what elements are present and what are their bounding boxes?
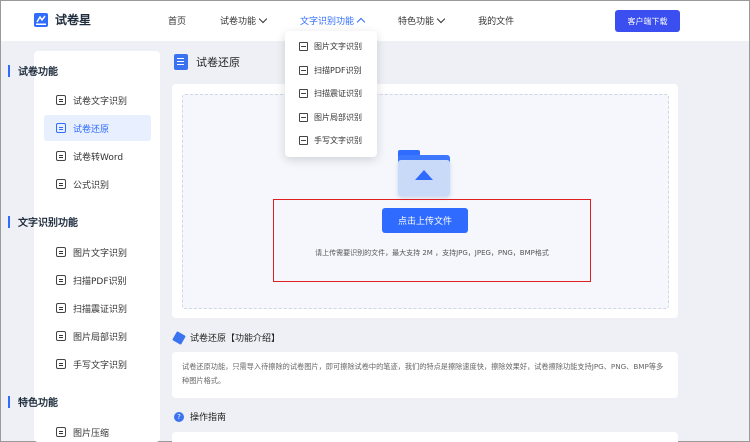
sidebar-item-exam-restore[interactable]: 试卷还原 [44, 115, 151, 141]
scan-pdf-icon [299, 65, 308, 75]
text-recognition-dropdown: 图片文字识别 扫描PDF识别 扫描震证识别 图片局部识别 手写文字识别 [285, 31, 377, 157]
sidebar-item-label: 试卷还原 [73, 124, 110, 135]
folder-upload-icon [398, 150, 450, 196]
dropdown-item-scan-card[interactable]: 扫描震证识别 [285, 82, 377, 106]
guide-box [172, 432, 678, 442]
nav-home[interactable]: 首页 [168, 14, 186, 27]
sidebar-item-label: 试卷转Word [73, 152, 124, 163]
section-accent-bar [8, 395, 10, 408]
question-icon: ? [174, 411, 184, 422]
handwriting-icon [56, 359, 66, 369]
sidebar-section-title: 试卷功能 [18, 67, 58, 78]
upload-hint: 请上传需要识别的文件，最大支持 2M ，支持JPG，JPEG，PNG，BMP格式 [315, 249, 549, 257]
page-header: 试卷还原 [174, 54, 240, 70]
image-crop-icon [299, 112, 308, 122]
nav-my-files-label: 我的文件 [478, 17, 515, 27]
brand-name: 试卷星 [55, 13, 92, 27]
sidebar-item-label: 试卷文字识别 [73, 96, 128, 107]
sidebar-item-label: 扫描震证识别 [73, 304, 128, 315]
dropdown-item-scan-pdf[interactable]: 扫描PDF识别 [285, 59, 377, 83]
sidebar-item-label: 图片压缩 [73, 428, 110, 439]
sidebar-section-exam: 试卷功能 [8, 63, 58, 78]
sidebar-item-exam-text-ocr[interactable]: 试卷文字识别 [44, 87, 151, 113]
dropdown-item-label: 图片文字识别 [314, 42, 362, 52]
scan-pdf-icon [56, 275, 66, 285]
sidebar-item-formula[interactable]: 公式识别 [44, 171, 151, 197]
nav-text-recognition[interactable]: 文字识别功能 [300, 14, 366, 27]
image-compress-icon [56, 427, 66, 437]
dropdown-item-label: 图片局部识别 [314, 112, 362, 122]
main-nav: 首页 试卷功能 文字识别功能 特色功能 我的文件 [168, 14, 548, 27]
section-accent-bar [8, 215, 10, 228]
sidebar-item-label: 扫描PDF识别 [73, 276, 127, 287]
scan-card-icon [56, 303, 66, 313]
scan-card-icon [299, 89, 308, 99]
sidebar-section-title: 文字识别功能 [18, 218, 78, 229]
sidebar-item-image-compress[interactable]: 图片压缩 [44, 419, 151, 442]
nav-home-label: 首页 [168, 17, 187, 27]
sidebar-item-label: 手写文字识别 [73, 360, 128, 371]
nav-special-features[interactable]: 特色功能 [398, 14, 446, 27]
sidebar-item-label: 图片文字识别 [73, 248, 128, 259]
guide-title: 操作指南 [190, 413, 227, 423]
dropdown-item-image-text[interactable]: 图片文字识别 [285, 35, 377, 59]
sidebar-item-image-crop[interactable]: 图片局部识别 [44, 323, 151, 349]
sidebar-item-label: 图片局部识别 [73, 332, 128, 343]
document-icon [56, 123, 66, 133]
section-accent-bar [8, 64, 10, 77]
intro-title: 试卷还原【功能介绍】 [190, 334, 281, 344]
document-list-icon [174, 54, 188, 70]
intro-box: 试卷还原功能，只需导入待擦除的试卷图片，即可擦除试卷中的笔迹，我们的特点是擦除速… [172, 352, 678, 398]
cube-icon [172, 330, 186, 345]
image-crop-icon [56, 331, 66, 341]
nav-special-features-label: 特色功能 [398, 17, 435, 27]
nav-exam-features[interactable]: 试卷功能 [220, 14, 268, 27]
dropdown-item-handwriting[interactable]: 手写文字识别 [285, 129, 377, 153]
word-icon [56, 151, 66, 161]
sidebar-item-handwriting[interactable]: 手写文字识别 [44, 351, 151, 377]
dropdown-item-label: 手写文字识别 [314, 136, 362, 146]
chevron-down-icon [258, 14, 268, 24]
image-text-icon [299, 42, 308, 52]
sidebar-section-text-recognition: 文字识别功能 [8, 214, 78, 229]
upload-file-button[interactable]: 点击上传文件 [382, 208, 468, 233]
sidebar-item-scan-card[interactable]: 扫描震证识别 [44, 295, 151, 321]
chevron-up-icon [356, 17, 366, 27]
page-title: 试卷还原 [196, 56, 240, 69]
logo[interactable]: 试卷星 [33, 11, 91, 28]
formula-icon [56, 179, 66, 189]
sidebar-item-exam-to-word[interactable]: 试卷转Word [44, 143, 151, 169]
intro-text: 试卷还原功能，只需导入待擦除的试卷图片，即可擦除试卷中的笔迹，我们的特点是擦除速… [182, 362, 664, 385]
sidebar-item-label: 公式识别 [73, 180, 110, 191]
dropdown-item-image-crop[interactable]: 图片局部识别 [285, 106, 377, 130]
logo-icon [34, 12, 48, 27]
handwriting-icon [299, 136, 308, 146]
image-text-icon [56, 247, 66, 257]
dropdown-item-label: 扫描PDF识别 [314, 65, 362, 75]
guide-section-title: ? 操作指南 [174, 410, 226, 423]
sidebar-section-special: 特色功能 [8, 394, 58, 409]
nav-exam-features-label: 试卷功能 [220, 17, 257, 27]
chevron-down-icon [436, 14, 446, 24]
sidebar-section-title: 特色功能 [18, 398, 58, 409]
nav-text-recognition-label: 文字识别功能 [300, 17, 355, 27]
dropdown-item-label: 扫描震证识别 [314, 89, 362, 99]
nav-my-files[interactable]: 我的文件 [478, 14, 514, 27]
intro-section-title: 试卷还原【功能介绍】 [172, 330, 281, 345]
document-icon [56, 95, 66, 105]
sidebar-item-image-text[interactable]: 图片文字识别 [44, 239, 151, 265]
sidebar-item-scan-pdf[interactable]: 扫描PDF识别 [44, 267, 151, 293]
client-download-button[interactable]: 客户端下载 [615, 10, 680, 32]
